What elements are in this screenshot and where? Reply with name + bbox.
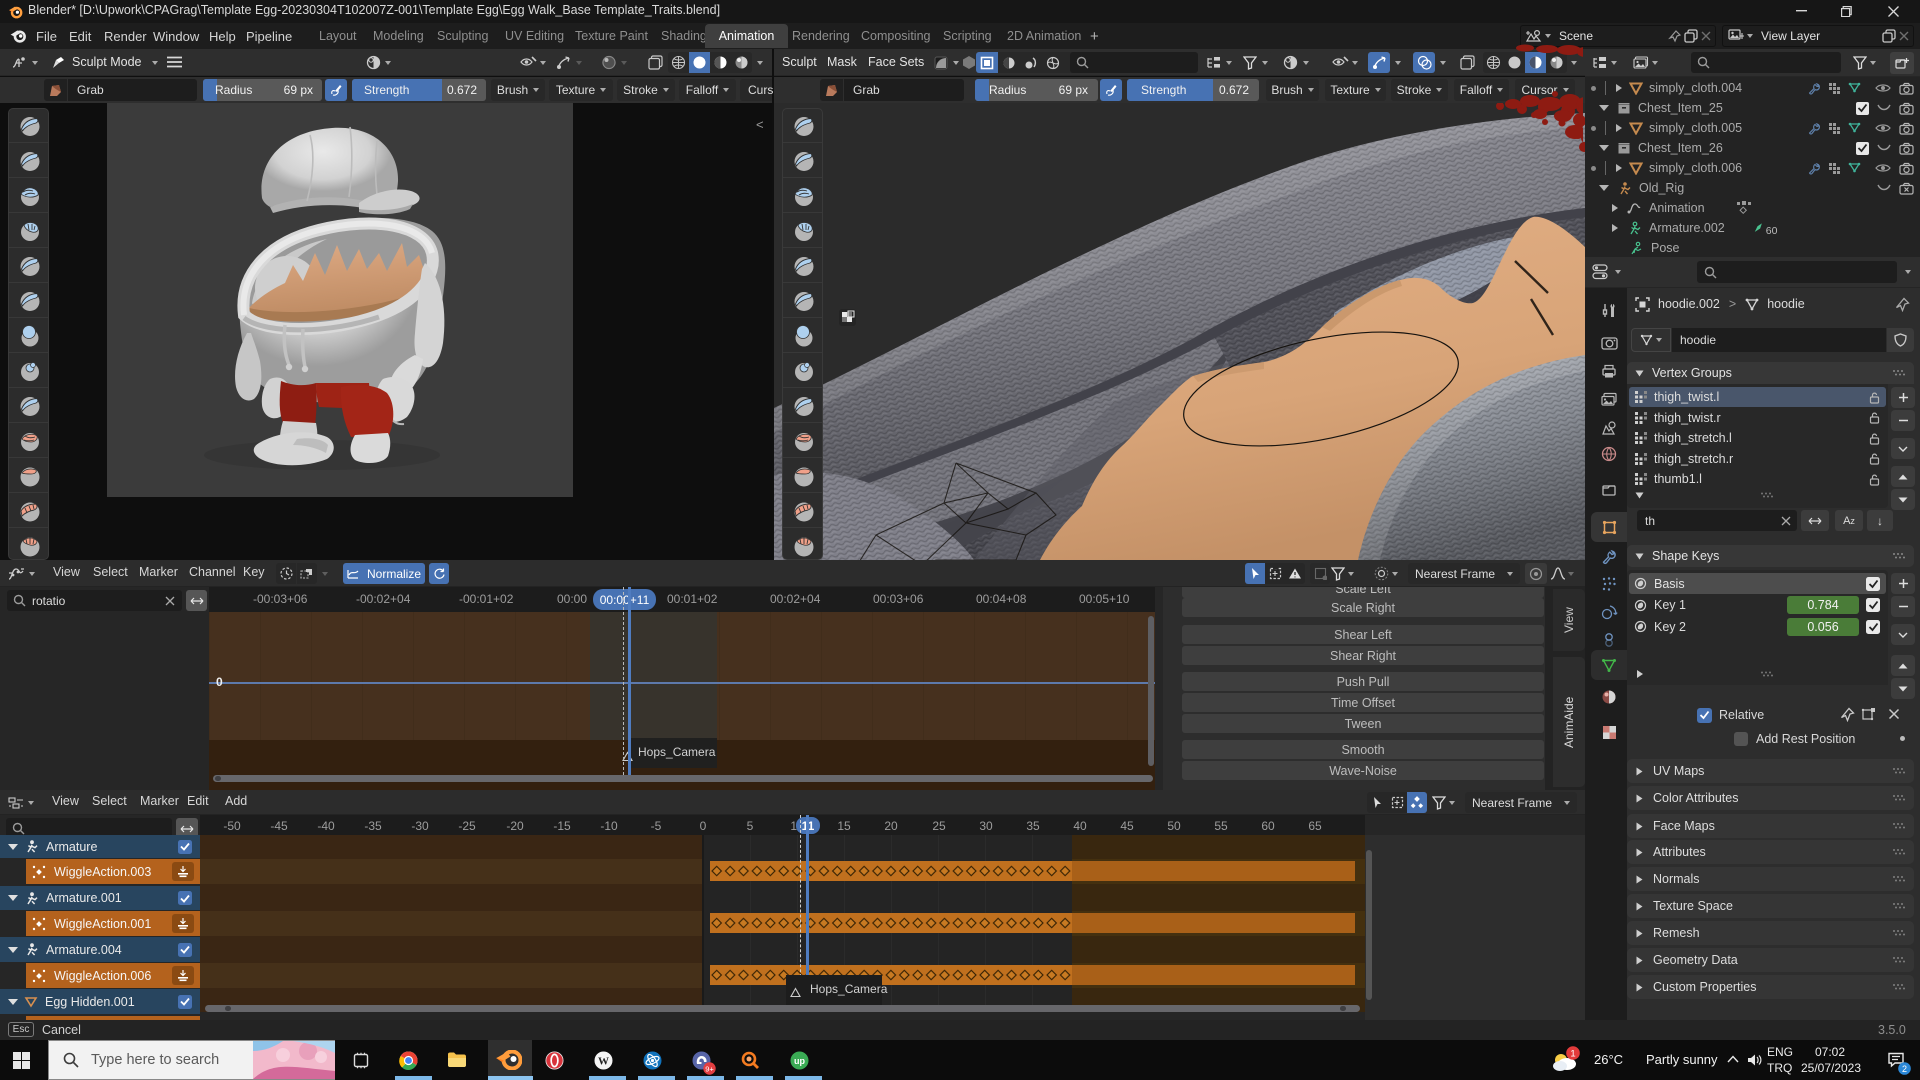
svg-text:9+: 9+	[705, 1065, 714, 1074]
svg-text:W: W	[598, 1056, 609, 1068]
svg-text:up: up	[794, 1056, 805, 1066]
svg-text:1: 1	[1570, 1048, 1575, 1059]
svg-text:2: 2	[1902, 1064, 1907, 1074]
